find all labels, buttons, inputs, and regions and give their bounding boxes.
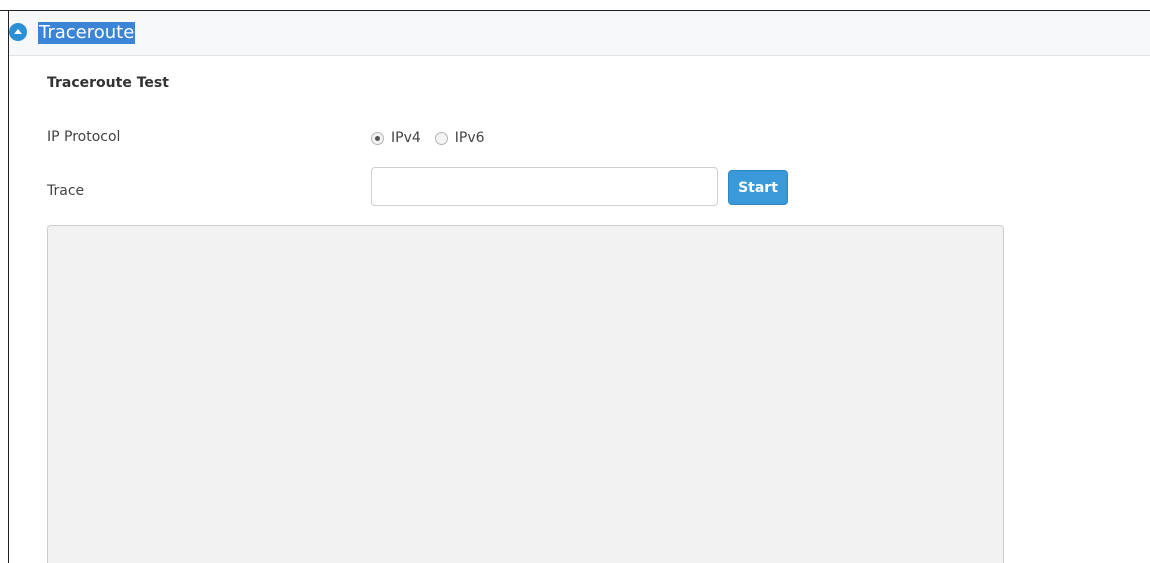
ipv6-radio-label: IPv6 <box>454 130 485 146</box>
ipv6-radio[interactable] <box>434 131 448 145</box>
trace-label: Trace <box>47 183 85 199</box>
start-button[interactable]: Start <box>728 170 788 205</box>
collapse-toggle-icon[interactable] <box>9 23 27 41</box>
traceroute-output-area[interactable] <box>47 225 1004 563</box>
section-header: Traceroute <box>9 11 1150 56</box>
subsection-title: Traceroute Test <box>47 75 169 91</box>
ip-protocol-radio-group: IPv4 IPv6 <box>371 128 499 148</box>
frame-left-border <box>8 10 9 563</box>
ipv6-radio-option[interactable]: IPv6 <box>434 130 485 146</box>
arrow-up-icon <box>14 29 22 34</box>
section-title[interactable]: Traceroute <box>38 22 136 44</box>
trace-input[interactable] <box>371 167 718 206</box>
ipv4-radio-label: IPv4 <box>391 130 421 146</box>
ipv4-radio[interactable] <box>371 131 384 145</box>
ip-protocol-label: IP Protocol <box>47 129 121 145</box>
ipv4-radio-option[interactable]: IPv4 <box>371 130 421 146</box>
